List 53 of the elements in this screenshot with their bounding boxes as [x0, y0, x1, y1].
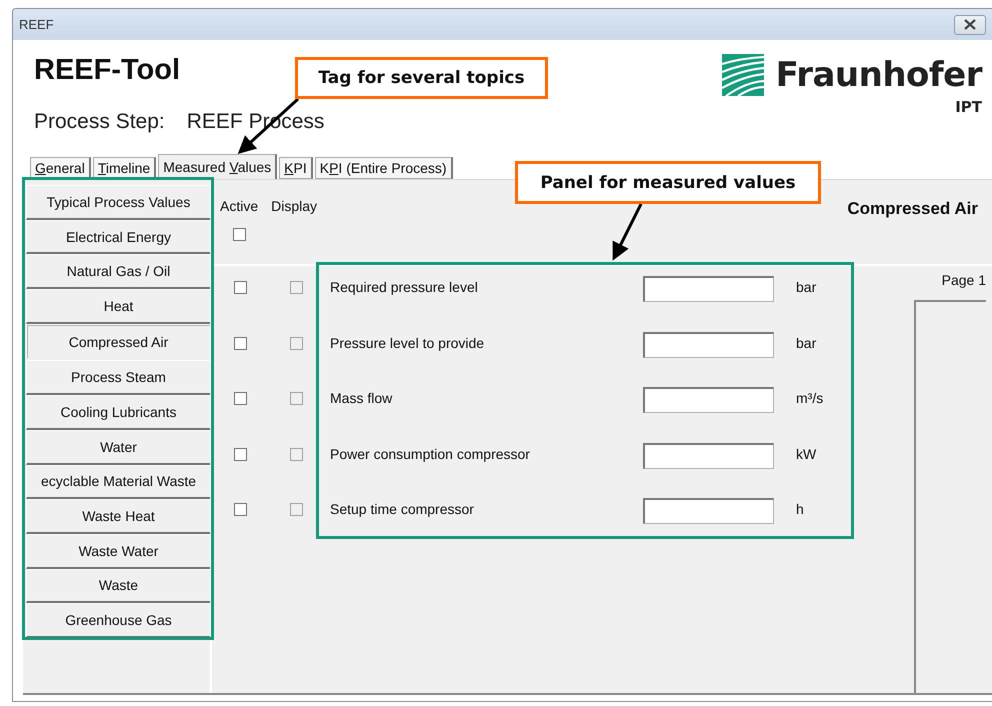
checkbox[interactable] [234, 281, 247, 294]
unit-label: bar [796, 278, 816, 295]
column-heading: Display [271, 198, 318, 214]
close-icon [963, 19, 977, 30]
topic-button[interactable]: Waste Heat [26, 499, 210, 534]
checkbox[interactable] [234, 448, 247, 461]
topic-button[interactable]: Compressed Air [26, 324, 210, 358]
section-title: Compressed Air [847, 198, 979, 220]
close-button[interactable] [954, 14, 986, 34]
field-label: Setup time compressor [330, 500, 475, 518]
checkbox[interactable] [233, 228, 246, 241]
logo-icon [722, 54, 764, 96]
unit-label: h [796, 500, 804, 518]
topic-button[interactable]: Water [26, 430, 210, 464]
window-title: REEF [19, 17, 54, 32]
tab[interactable]: General [30, 157, 91, 179]
arrow [612, 203, 642, 261]
input-field[interactable] [643, 387, 774, 414]
field-label: Power consumption compressor [330, 444, 531, 462]
topic-button[interactable]: Typical Process Values [26, 185, 210, 220]
topic-button[interactable]: Waste Water [26, 534, 210, 569]
topic-button[interactable]: Heat [26, 289, 210, 324]
input-field[interactable] [643, 276, 774, 302]
callout: Tag for several topics [295, 57, 548, 99]
unit-label: bar [796, 334, 816, 351]
checkbox[interactable] [234, 503, 247, 516]
topic-button[interactable]: Waste [26, 568, 210, 604]
checkbox[interactable] [234, 336, 247, 350]
callout: Panel for measured values [515, 161, 821, 204]
page-tab[interactable]: Page 1 [942, 272, 986, 288]
unit-label: m³/s [796, 389, 824, 406]
tab[interactable]: Measured Values [158, 154, 278, 179]
checkbox[interactable] [234, 392, 247, 406]
field-label: Required pressure level [330, 278, 479, 295]
logo-name: Fraunhofer [776, 55, 982, 95]
input-field[interactable] [643, 498, 774, 524]
topic-button[interactable]: ecyclable Material Waste [26, 464, 210, 500]
tab[interactable]: KPI [279, 157, 313, 179]
topic-button[interactable]: Process Steam [26, 360, 210, 396]
column-heading: Active [220, 198, 258, 214]
field-label: Mass flow [330, 389, 394, 406]
logo-unit: IPT [955, 98, 982, 116]
field-label: Pressure level to provide [330, 334, 486, 351]
topic-button[interactable]: Greenhouse Gas [26, 603, 210, 638]
topic-button[interactable]: Cooling Lubricants [26, 395, 210, 430]
tab[interactable]: Timeline [92, 157, 156, 179]
topic-button[interactable]: Natural Gas / Oil [26, 254, 210, 290]
topic-button[interactable]: Electrical Energy [26, 220, 210, 254]
input-field[interactable] [643, 442, 774, 469]
tab[interactable]: KPI (Entire Process) [314, 157, 453, 179]
input-field[interactable] [643, 332, 774, 358]
process-step-label: Process Step: [34, 110, 165, 134]
unit-label: kW [796, 444, 816, 462]
